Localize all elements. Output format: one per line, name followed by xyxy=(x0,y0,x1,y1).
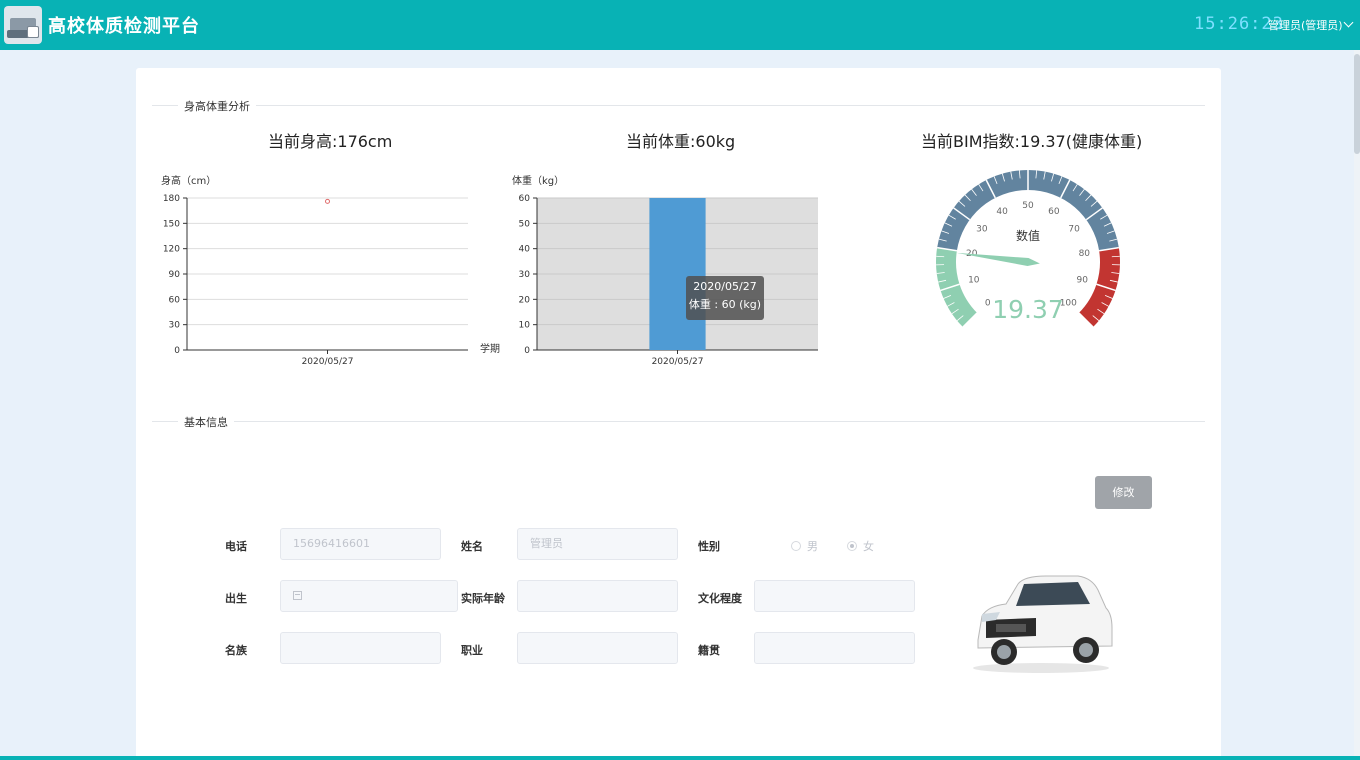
education-field[interactable] xyxy=(754,580,915,612)
height-y-tick-label: 90 xyxy=(169,270,181,280)
phone-label: 电话 xyxy=(225,540,247,553)
hometown-field[interactable] xyxy=(754,632,915,664)
age-label: 实际年龄 xyxy=(461,592,505,605)
height-y-tick-label: 150 xyxy=(163,219,180,229)
basic-info-divider xyxy=(152,421,1205,422)
gauge-tick xyxy=(1111,255,1120,258)
gauge-value: 19.37 xyxy=(992,295,1064,324)
weight-y-tick-label: 40 xyxy=(519,245,531,255)
weight-bar xyxy=(649,198,706,350)
user-menu[interactable]: 管理员(管理员) xyxy=(1268,17,1354,33)
gauge-tick-label: 10 xyxy=(968,276,980,286)
phone-field[interactable]: 15696416601 xyxy=(280,528,441,560)
height-y-tick-label: 0 xyxy=(174,346,180,356)
ethnicity-field[interactable] xyxy=(280,632,441,664)
gauge-tick-label: 70 xyxy=(1068,224,1080,234)
current-weight: 当前体重:60kg xyxy=(626,132,736,151)
radio-circle xyxy=(791,541,801,551)
weight-y-tick-label: 20 xyxy=(519,295,531,305)
height-axis-label: 身高（cm） xyxy=(161,174,216,187)
avatar-car-image xyxy=(973,575,1113,673)
gauge-tick-label: 0 xyxy=(985,298,991,308)
height-point xyxy=(325,198,330,204)
job-field[interactable] xyxy=(517,632,678,664)
name-label: 姓名 xyxy=(461,540,483,553)
gauge-tick-label: 30 xyxy=(976,224,988,234)
hometown-label: 籍贯 xyxy=(698,644,720,657)
current-bmi: 当前BIM指数:19.37(健康体重) xyxy=(921,132,1143,151)
height-y-tick-label: 30 xyxy=(169,321,181,331)
scrollbar-thumb[interactable] xyxy=(1354,54,1360,154)
gauge-tick-label: 80 xyxy=(1079,249,1091,259)
gauge-band xyxy=(936,247,978,328)
gauge-title: 数值 xyxy=(1016,228,1040,243)
gender-radio-female[interactable]: 女 xyxy=(847,538,874,554)
gauge-needle xyxy=(956,252,1040,266)
gender-radio-male[interactable]: 男 xyxy=(791,538,818,554)
weight-axis-label: 体重（kg） xyxy=(512,174,564,187)
job-label: 职业 xyxy=(461,644,483,657)
tooltip-value: 体重 : 60 (kg) xyxy=(688,298,762,311)
chevron-down-icon xyxy=(1343,17,1354,28)
analysis-divider xyxy=(152,105,1205,106)
edit-button[interactable]: 修改 xyxy=(1095,476,1152,509)
app-logo-icon xyxy=(4,6,42,44)
calendar-icon xyxy=(293,591,302,600)
gauge-tick-label: 40 xyxy=(996,207,1008,217)
tooltip-title: 2020/05/27 xyxy=(693,280,757,293)
height-y-tick-label: 60 xyxy=(169,295,181,305)
weight-chart: 体重（kg） 0 10 20 30 40 50 60 2020/05/27 xyxy=(512,174,818,367)
weight-y-tick-label: 60 xyxy=(519,194,531,204)
birth-label: 出生 xyxy=(225,592,247,605)
bottom-strip xyxy=(0,756,1360,760)
chart-tooltip: 2020/05/27 体重 : 60 (kg) xyxy=(686,276,764,320)
gauge-tick-label: 100 xyxy=(1060,298,1077,308)
height-y-tick-label: 180 xyxy=(163,194,180,204)
app-title: 高校体质检测平台 xyxy=(48,16,200,37)
radio-circle-checked xyxy=(847,541,857,551)
top-bar: 高校体质检测平台 15:26:23 管理员(管理员) xyxy=(0,0,1360,50)
weight-y-tick-label: 30 xyxy=(519,270,531,280)
gauge-tick xyxy=(936,255,945,258)
education-label: 文化程度 xyxy=(698,592,742,605)
gauge-tick-label: 60 xyxy=(1048,207,1060,217)
weight-x-tick-label: 2020/05/27 xyxy=(652,357,704,367)
age-field[interactable] xyxy=(517,580,678,612)
name-field[interactable]: 管理员 xyxy=(517,528,678,560)
weight-y-tick-label: 10 xyxy=(519,321,531,331)
bmi-gauge: 数值 19.37 0102030405060708090100 xyxy=(936,170,1120,328)
user-name: 管理员(管理员) xyxy=(1268,19,1343,32)
gauge-tick-label: 90 xyxy=(1076,276,1088,286)
gauge-band xyxy=(1078,247,1120,328)
birth-date-field[interactable] xyxy=(280,580,458,612)
gender-label: 性别 xyxy=(698,540,720,553)
scrollbar[interactable] xyxy=(1354,50,1360,756)
weight-y-tick-label: 0 xyxy=(524,346,530,356)
height-y-tick-label: 120 xyxy=(163,245,180,255)
ethnicity-label: 名族 xyxy=(225,644,247,657)
gauge-tick-label: 50 xyxy=(1022,201,1034,211)
current-height: 当前身高:176cm xyxy=(268,132,393,151)
height-x-tick-label: 2020/05/27 xyxy=(302,357,354,367)
height-chart: 身高（cm） 学期 0 30 60 90 120 150 180 2020/05/27 xyxy=(161,174,500,367)
basic-info-section-title: 基本信息 xyxy=(178,414,234,430)
analysis-section-title: 身高体重分析 xyxy=(178,98,256,114)
gender-female-label: 女 xyxy=(863,540,874,553)
gender-male-label: 男 xyxy=(807,540,818,553)
height-x-axis-label: 学期 xyxy=(480,342,500,355)
weight-y-tick-label: 50 xyxy=(519,219,531,229)
